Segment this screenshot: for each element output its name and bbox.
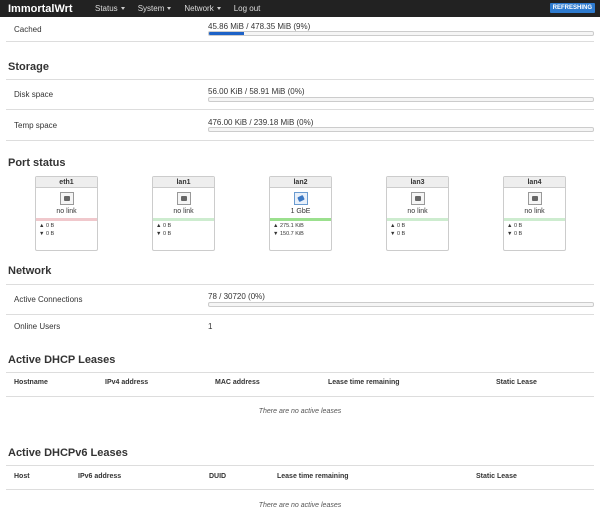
top-navbar: ImmortalWrt Status System Network Log ou…	[0, 0, 600, 17]
port-name: eth1	[36, 177, 97, 188]
network-title: Network	[8, 265, 52, 277]
menu-status-label: Status	[95, 4, 118, 13]
port-tx: ▲ 0 B	[39, 223, 55, 229]
ethernet-port-icon	[527, 192, 542, 205]
menu-logout-label: Log out	[233, 4, 261, 13]
menu-logout[interactable]: Log out	[234, 4, 261, 13]
port-state: no link	[56, 208, 77, 215]
active-connections-row: Active Connections 78 / 30720 (0%)	[6, 284, 594, 315]
port-lan1: lan1 no link ▲ 0 B ▼ 0 B	[152, 176, 215, 251]
refreshing-indicator[interactable]: REFRESHING	[549, 3, 595, 13]
temp-space-value: 476.00 KiB / 239.18 MiB (0%)	[208, 118, 314, 127]
port-rx: ▼ 0 B	[39, 231, 55, 237]
port-rx: ▼ 0 B	[390, 231, 406, 237]
online-users-label: Online Users	[14, 322, 61, 331]
port-name: lan1	[153, 177, 214, 188]
ethernet-port-icon	[59, 192, 74, 205]
menu-status[interactable]: Status	[95, 4, 125, 13]
dhcpv6-header-duid[interactable]: DUID	[209, 473, 226, 480]
port-name: lan3	[387, 177, 448, 188]
port-rx: ▼ 150.7 KiB	[273, 231, 304, 237]
dhcp-header-static-lease[interactable]: Static Lease	[496, 379, 537, 386]
ethernet-port-icon	[176, 192, 191, 205]
port-state: 1 GbE	[290, 208, 311, 215]
cached-progress-bar	[208, 31, 594, 36]
port-link-line	[153, 218, 214, 221]
dhcp-header-hostname[interactable]: Hostname	[14, 379, 48, 386]
dhcpv6-header-ipv6[interactable]: IPv6 address	[78, 473, 121, 480]
port-lan4: lan4 no link ▲ 0 B ▼ 0 B	[503, 176, 566, 251]
port-tx: ▲ 0 B	[390, 223, 406, 229]
disk-space-row: Disk space 56.00 KiB / 58.91 MiB (0%)	[6, 79, 594, 110]
dhcp-empty-message: There are no active leases	[258, 408, 342, 415]
dhcpv6-empty-message: There are no active leases	[258, 502, 342, 509]
menu-system-label: System	[137, 4, 165, 13]
dhcp-header-mac[interactable]: MAC address	[215, 379, 260, 386]
cached-label: Cached	[14, 25, 42, 34]
port-state: no link	[524, 208, 545, 215]
port-link-line	[504, 218, 565, 221]
port-lan3: lan3 no link ▲ 0 B ▼ 0 B	[386, 176, 449, 251]
disk-space-value: 56.00 KiB / 58.91 MiB (0%)	[208, 87, 305, 96]
active-connections-value: 78 / 30720 (0%)	[208, 292, 265, 301]
main-menu: Status System Network Log out	[95, 4, 273, 13]
port-name: lan2	[270, 177, 331, 188]
port-rx: ▼ 0 B	[156, 231, 172, 237]
chevron-down-icon	[167, 7, 172, 10]
dhcpv6-header-host[interactable]: Host	[14, 473, 30, 480]
port-eth1: eth1 no link ▲ 0 B ▼ 0 B	[35, 176, 98, 251]
port-status-title: Port status	[8, 157, 66, 169]
storage-title: Storage	[8, 61, 49, 73]
cached-progress-fill	[209, 32, 244, 35]
cached-value: 45.86 MiB / 478.35 MiB (9%)	[208, 22, 311, 31]
port-tx: ▲ 0 B	[156, 223, 172, 229]
menu-system[interactable]: System	[138, 4, 172, 13]
dhcp-leases-title: Active DHCP Leases	[8, 354, 116, 366]
ethernet-port-icon	[410, 192, 425, 205]
ethernet-connected-icon	[293, 192, 308, 205]
disk-space-progress-bar	[208, 97, 594, 102]
temp-space-progress-bar	[208, 127, 594, 132]
brand-logo[interactable]: ImmortalWrt	[8, 3, 95, 15]
port-state: no link	[407, 208, 428, 215]
port-link-line	[387, 218, 448, 221]
dhcp-header-lease-time[interactable]: Lease time remaining	[328, 379, 400, 386]
dhcp-header-ipv4[interactable]: IPv4 address	[105, 379, 148, 386]
online-users-row: Online Users 1	[6, 315, 594, 340]
active-connections-progress-bar	[208, 302, 594, 307]
online-users-value: 1	[208, 322, 213, 331]
port-lan2: lan2 1 GbE ▲ 275.1 KiB ▼ 150.7 KiB	[269, 176, 332, 251]
port-state: no link	[173, 208, 194, 215]
disk-space-label: Disk space	[14, 90, 54, 99]
port-link-line	[270, 218, 331, 221]
chevron-down-icon	[120, 7, 125, 10]
port-rx: ▼ 0 B	[507, 231, 523, 237]
temp-space-label: Temp space	[14, 121, 58, 130]
temp-space-row: Temp space 476.00 KiB / 239.18 MiB (0%)	[6, 110, 594, 141]
port-tx: ▲ 0 B	[507, 223, 523, 229]
dhcpv6-header-lease-time[interactable]: Lease time remaining	[277, 473, 349, 480]
port-tx: ▲ 275.1 KiB	[273, 223, 304, 229]
menu-network-label: Network	[184, 4, 214, 13]
chevron-down-icon	[216, 7, 221, 10]
dhcpv6-leases-title: Active DHCPv6 Leases	[8, 447, 128, 459]
menu-network[interactable]: Network	[184, 4, 221, 13]
cached-row: Cached 45.86 MiB / 478.35 MiB (9%)	[6, 17, 594, 42]
active-connections-label: Active Connections	[14, 295, 83, 304]
dhcpv6-header-static-lease[interactable]: Static Lease	[476, 473, 517, 480]
port-name: lan4	[504, 177, 565, 188]
port-link-line	[36, 218, 97, 221]
